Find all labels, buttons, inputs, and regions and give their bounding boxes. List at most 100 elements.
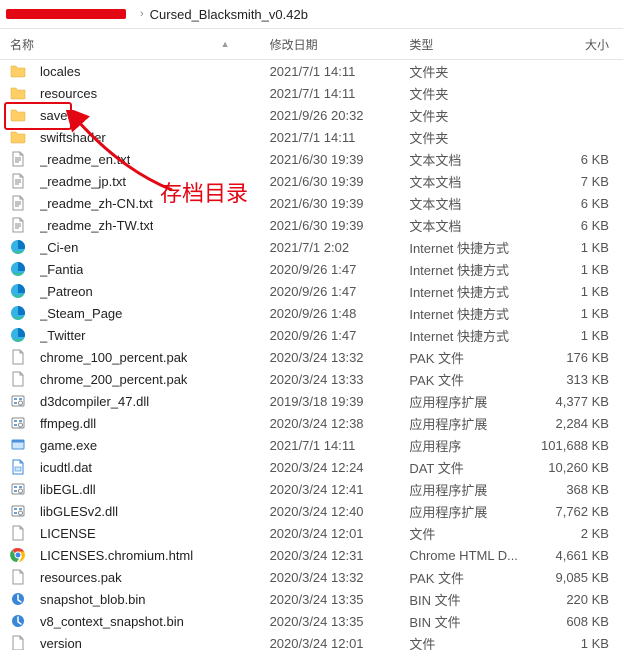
file-row[interactable]: _Twitter2020/9/26 1:47Internet 快捷方式1 KB — [0, 324, 623, 346]
file-date: 2021/6/30 19:39 — [270, 174, 410, 189]
file-row[interactable]: game.exe2021/7/1 14:11应用程序101,688 KB — [0, 434, 623, 456]
edge-icon — [10, 283, 26, 299]
file-date: 2020/3/24 12:01 — [270, 636, 410, 650]
dll-icon — [10, 393, 26, 409]
text-icon — [10, 217, 26, 233]
file-name: _Ci-en — [40, 240, 78, 255]
file-row[interactable]: _Fantia2020/9/26 1:47Internet 快捷方式1 KB — [0, 258, 623, 280]
file-name: _Steam_Page — [40, 306, 122, 321]
file-date: 2021/6/30 19:39 — [270, 152, 410, 167]
file-type: PAK 文件 — [409, 568, 529, 587]
file-date: 2021/6/30 19:39 — [270, 218, 410, 233]
file-type: 文件夹 — [409, 106, 529, 125]
file-row[interactable]: chrome_200_percent.pak2020/3/24 13:33PAK… — [0, 368, 623, 390]
file-date: 2020/3/24 13:35 — [270, 614, 410, 629]
column-header-name-label: 名称 — [10, 36, 34, 53]
file-name: swiftshader — [40, 130, 106, 145]
file-size: 101,688 KB — [529, 438, 623, 453]
file-row[interactable]: libGLESv2.dll2020/3/24 12:40应用程序扩展7,762 … — [0, 500, 623, 522]
file-type: 文本文档 — [409, 194, 529, 213]
file-name: _Fantia — [40, 262, 83, 277]
file-row[interactable]: libEGL.dll2020/3/24 12:41应用程序扩展368 KB — [0, 478, 623, 500]
folder-icon — [10, 63, 26, 79]
file-type: 文件夹 — [409, 62, 529, 81]
file-date: 2020/3/24 12:41 — [270, 482, 410, 497]
file-date: 2021/7/1 14:11 — [270, 86, 410, 101]
column-header-name[interactable]: 名称 ▲ — [0, 36, 270, 53]
file-date: 2020/9/26 1:47 — [270, 284, 410, 299]
column-header-size[interactable]: 大小 — [529, 36, 623, 53]
file-date: 2020/3/24 12:40 — [270, 504, 410, 519]
file-size: 6 KB — [529, 218, 623, 233]
file-name: chrome_100_percent.pak — [40, 350, 187, 365]
file-row[interactable]: _readme_en.txt2021/6/30 19:39文本文档6 KB — [0, 148, 623, 170]
file-size: 1 KB — [529, 328, 623, 343]
file-size: 1 KB — [529, 636, 623, 650]
file-row[interactable]: resources.pak2020/3/24 13:32PAK 文件9,085 … — [0, 566, 623, 588]
file-type: 文本文档 — [409, 172, 529, 191]
file-row[interactable]: _Steam_Page2020/9/26 1:48Internet 快捷方式1 … — [0, 302, 623, 324]
breadcrumb-current[interactable]: Cursed_Blacksmith_v0.42b — [150, 7, 308, 22]
file-row[interactable]: version2020/3/24 12:01文件1 KB — [0, 632, 623, 650]
file-type: 文件 — [409, 634, 529, 650]
file-date: 2021/7/1 14:11 — [270, 438, 410, 453]
file-size: 1 KB — [529, 306, 623, 321]
file-size: 608 KB — [529, 614, 623, 629]
file-row[interactable]: LICENSE2020/3/24 12:01文件2 KB — [0, 522, 623, 544]
text-icon — [10, 195, 26, 211]
column-header-type[interactable]: 类型 — [409, 36, 529, 53]
file-row[interactable]: _readme_zh-TW.txt 2021/6/30 19:39文本文档6 KB — [0, 214, 623, 236]
file-row[interactable]: LICENSES.chromium.html2020/3/24 12:31Chr… — [0, 544, 623, 566]
file-size: 10,260 KB — [529, 460, 623, 475]
chrome-icon — [10, 547, 26, 563]
text-icon — [10, 151, 26, 167]
file-type: 应用程序扩展 — [409, 480, 529, 499]
file-row[interactable]: _readme_zh-CN.txt2021/6/30 19:39文本文档6 KB — [0, 192, 623, 214]
file-row[interactable]: _Patreon2020/9/26 1:47Internet 快捷方式1 KB — [0, 280, 623, 302]
file-date: 2020/3/24 13:33 — [270, 372, 410, 387]
file-name: _readme_zh-TW.txt — [40, 218, 153, 233]
file-row[interactable]: swiftshader2021/7/1 14:11文件夹 — [0, 126, 623, 148]
file-date: 2020/3/24 12:38 — [270, 416, 410, 431]
file-size: 313 KB — [529, 372, 623, 387]
file-row[interactable]: v8_context_snapshot.bin2020/3/24 13:35BI… — [0, 610, 623, 632]
file-type: 文本文档 — [409, 216, 529, 235]
folder-icon — [10, 107, 26, 123]
file-date: 2020/3/24 12:24 — [270, 460, 410, 475]
file-date: 2019/3/18 19:39 — [270, 394, 410, 409]
file-date: 2021/9/26 20:32 — [270, 108, 410, 123]
column-header-row: 名称 ▲ 修改日期 类型 大小 — [0, 29, 623, 60]
dll-icon — [10, 503, 26, 519]
breadcrumb[interactable]: › Cursed_Blacksmith_v0.42b — [0, 0, 623, 29]
file-name: _Twitter — [40, 328, 86, 343]
file-icon — [10, 635, 26, 650]
file-row[interactable]: locales2021/7/1 14:11文件夹 — [0, 60, 623, 82]
file-row[interactable]: _Ci-en2021/7/1 2:02Internet 快捷方式1 KB — [0, 236, 623, 258]
file-type: DAT 文件 — [409, 458, 529, 477]
file-row[interactable]: d3dcompiler_47.dll2019/3/18 19:39应用程序扩展4… — [0, 390, 623, 412]
file-row[interactable]: ffmpeg.dll2020/3/24 12:38应用程序扩展2,284 KB — [0, 412, 623, 434]
file-date: 2020/9/26 1:47 — [270, 262, 410, 277]
edge-icon — [10, 327, 26, 343]
file-type: 文件 — [409, 524, 529, 543]
file-row[interactable]: _readme_jp.txt2021/6/30 19:39文本文档7 KB — [0, 170, 623, 192]
file-row[interactable]: resources2021/7/1 14:11文件夹 — [0, 82, 623, 104]
file-size: 2,284 KB — [529, 416, 623, 431]
file-date: 2020/3/24 12:01 — [270, 526, 410, 541]
column-header-date[interactable]: 修改日期 — [270, 36, 410, 53]
file-row[interactable]: icudtl.dat2020/3/24 12:24DAT 文件10,260 KB — [0, 456, 623, 478]
file-row[interactable]: save2021/9/26 20:32文件夹 — [0, 104, 623, 126]
file-type: Internet 快捷方式 — [409, 282, 529, 301]
file-date: 2020/9/26 1:47 — [270, 328, 410, 343]
file-size: 6 KB — [529, 196, 623, 211]
file-type: 应用程序 — [409, 436, 529, 455]
file-name: chrome_200_percent.pak — [40, 372, 187, 387]
file-row[interactable]: chrome_100_percent.pak2020/3/24 13:32PAK… — [0, 346, 623, 368]
file-row[interactable]: snapshot_blob.bin2020/3/24 13:35BIN 文件22… — [0, 588, 623, 610]
file-date: 2020/3/24 13:32 — [270, 350, 410, 365]
file-type: Internet 快捷方式 — [409, 304, 529, 323]
file-date: 2021/6/30 19:39 — [270, 196, 410, 211]
file-type: BIN 文件 — [409, 590, 529, 609]
text-icon — [10, 173, 26, 189]
dat-icon — [10, 459, 26, 475]
